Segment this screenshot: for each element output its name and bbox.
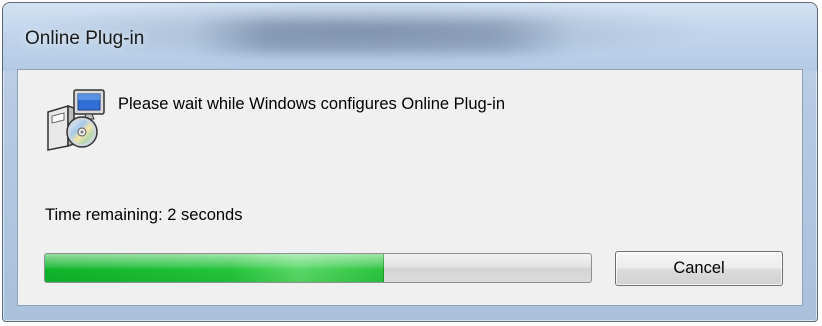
title-bar-background-blur [193,19,573,53]
dialog-content: Please wait while Windows configures Onl… [17,69,803,306]
status-message: Please wait while Windows configures Onl… [118,95,506,113]
cancel-button[interactable]: Cancel [615,251,783,286]
window-title: Online Plug-in [25,28,145,49]
progress-bar-fill [45,254,384,282]
progress-bar [44,253,592,283]
title-bar[interactable]: Online Plug-in [3,3,817,71]
installer-dialog-window: Online Plug-in Please wait while Windows… [2,2,818,322]
installer-icon [44,86,108,152]
time-remaining-label: Time remaining: 2 seconds [45,206,243,224]
